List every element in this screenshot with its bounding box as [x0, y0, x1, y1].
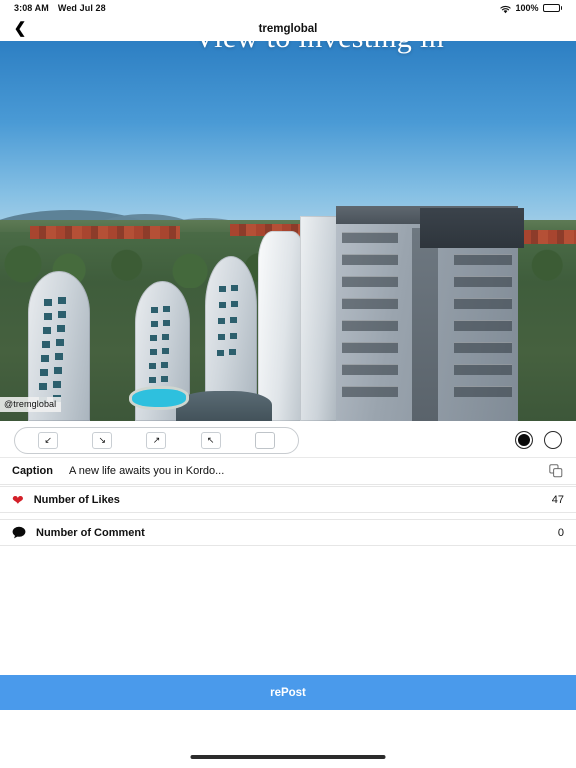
ratio-options-group [515, 431, 562, 449]
chevron-left-icon[interactable]: ❮ [9, 18, 31, 40]
app-root: 3:08 AM Wed Jul 28 100% ❮ tremglobal @tr… [0, 0, 576, 768]
crop-square-button[interactable] [254, 431, 275, 449]
likes-label: Number of Likes [33, 493, 120, 506]
home-indicator[interactable] [190, 755, 386, 759]
comments-label: Number of Comment [36, 526, 145, 539]
image-watermark: @tremglobal [0, 397, 62, 412]
photo-illustration: View to investing in @tremglobal [0, 41, 576, 421]
comment-bubble-icon [12, 526, 26, 539]
status-bar-left: 3:08 AM Wed Jul 28 [14, 3, 106, 13]
crop-toolbar: ↙ ↘ ↗ ↖ [0, 423, 576, 457]
caption-label: Caption [12, 465, 53, 477]
status-bar: 3:08 AM Wed Jul 28 100% [0, 0, 576, 16]
page-title: tremglobal [258, 22, 318, 35]
caption-row: Caption A new life awaits you in Kordo..… [0, 457, 576, 485]
post-image[interactable]: View to investing in @tremglobal [0, 41, 576, 421]
likes-row: ❤ Number of Likes 47 [0, 486, 576, 513]
battery-percent-label: 100% [515, 3, 539, 13]
crop-options-group: ↙ ↘ ↗ ↖ [14, 426, 299, 454]
battery-full-icon [542, 4, 562, 12]
likes-value: 47 [551, 493, 564, 506]
ratio-option-filled[interactable] [515, 431, 533, 449]
heart-icon: ❤ [12, 491, 24, 508]
comments-value: 0 [557, 526, 564, 539]
caption-text: A new life awaits you in Kordo... [68, 465, 225, 477]
comments-row: Number of Comment 0 [0, 519, 576, 546]
nav-bar: ❮ tremglobal [0, 16, 576, 41]
wifi-icon [500, 5, 512, 14]
status-date: Wed Jul 28 [57, 3, 106, 13]
crop-bottom-right-button[interactable]: ↘ [92, 431, 113, 449]
copy-icon[interactable] [548, 463, 564, 479]
status-time: 3:08 AM [14, 3, 49, 13]
crop-top-left-button[interactable]: ↖ [200, 431, 221, 449]
crop-bottom-left-button[interactable]: ↙ [38, 431, 59, 449]
crop-top-right-button[interactable]: ↗ [146, 431, 167, 449]
ratio-option-empty[interactable] [544, 431, 562, 449]
status-bar-right: 100% [500, 3, 562, 13]
repost-button[interactable]: rePost [0, 675, 576, 710]
